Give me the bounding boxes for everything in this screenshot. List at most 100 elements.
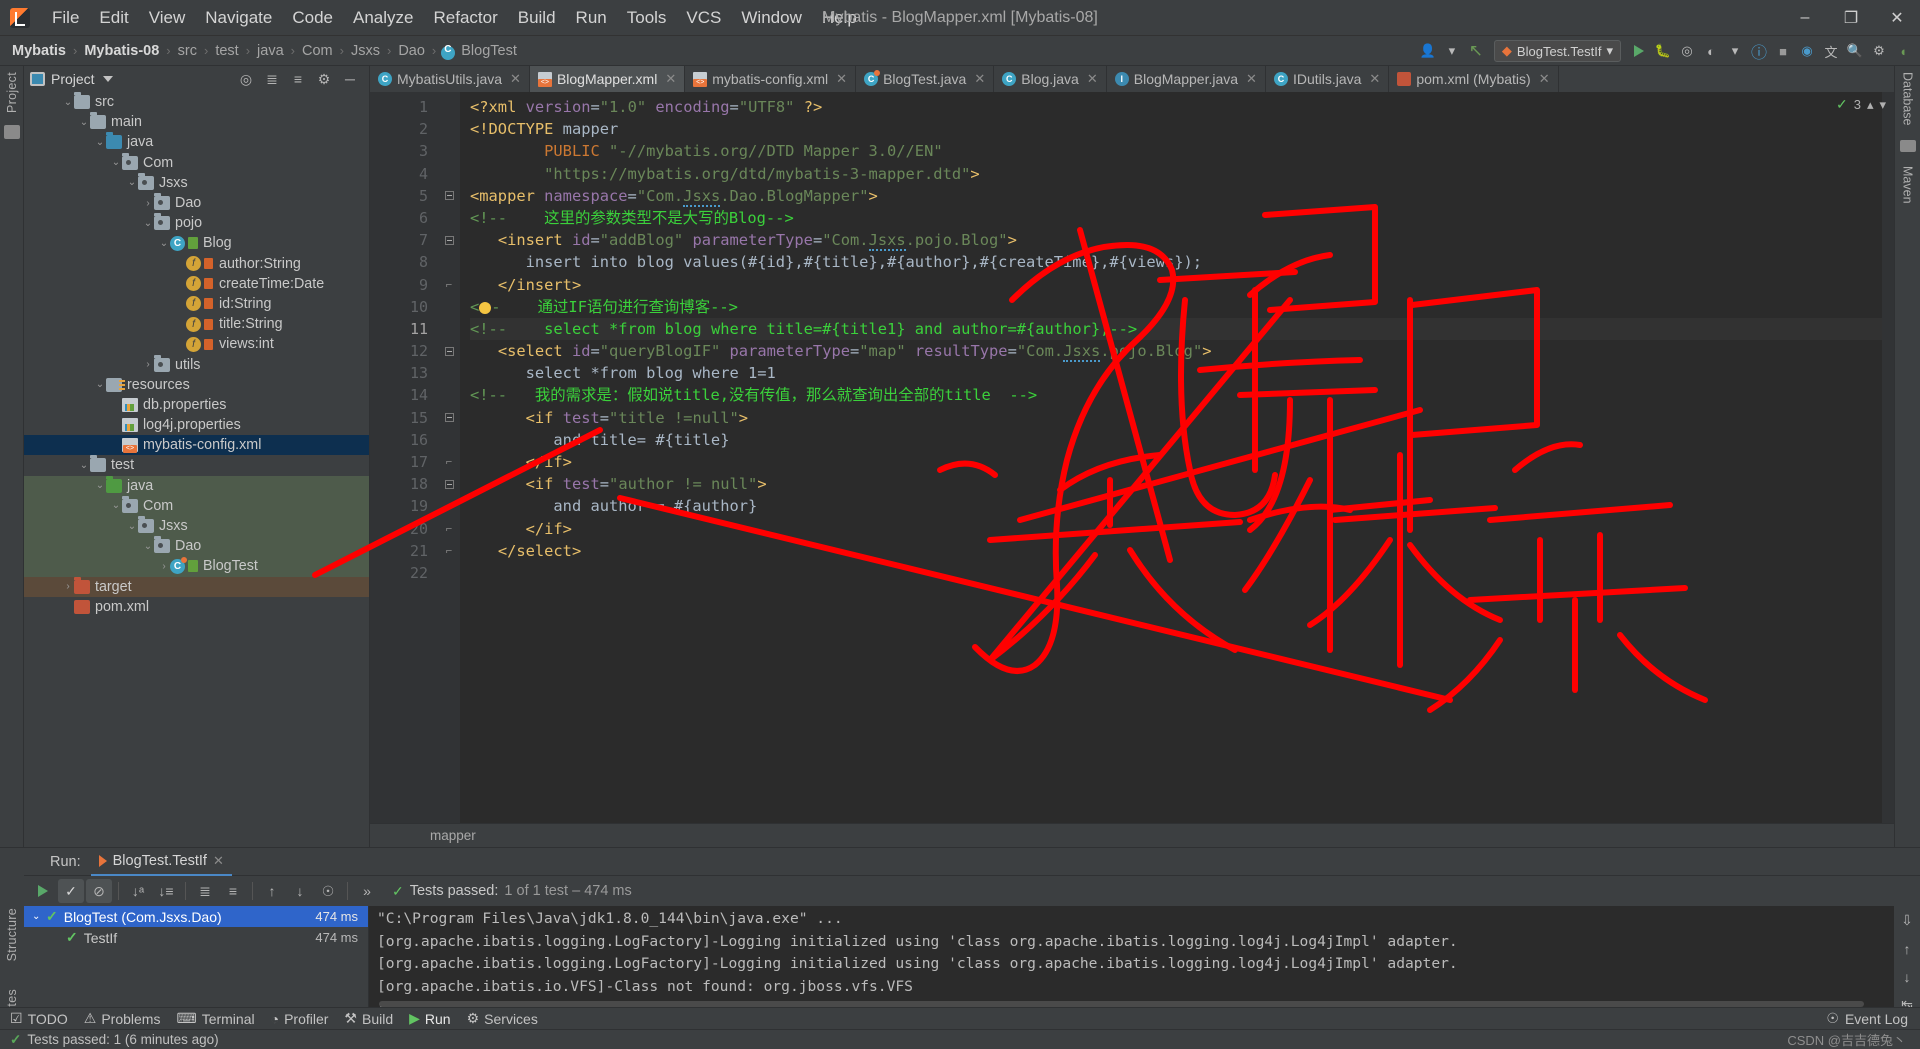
code-line[interactable]: <if test="title !=null"> <box>470 407 1882 429</box>
breadcrumb-item-com[interactable]: Com <box>300 43 335 59</box>
menu-code[interactable]: Code <box>282 4 343 32</box>
code-content[interactable]: <?xml version="1.0" encoding="UTF8" ?> <!… <box>460 92 1882 823</box>
menu-edit[interactable]: Edit <box>89 4 138 32</box>
inspection-widget[interactable]: ✓ 3 ▴ ▾ <box>1836 96 1886 113</box>
search-icon[interactable]: 🔍 <box>1844 40 1866 62</box>
chevron-down-icon[interactable]: ⌄ <box>142 218 154 229</box>
close-icon[interactable]: ✕ <box>1087 71 1098 87</box>
chevron-down-icon[interactable]: ⌄ <box>126 521 138 532</box>
menu-analyze[interactable]: Analyze <box>343 4 423 32</box>
close-icon[interactable]: ✕ <box>1246 71 1257 87</box>
tree-item[interactable]: ⌄f author:String <box>24 254 369 274</box>
chevron-down-icon[interactable]: ⌄ <box>158 238 170 249</box>
intention-bulb-icon[interactable] <box>438 296 460 318</box>
code-line[interactable]: insert into blog values(#{id},#{title},#… <box>470 251 1882 273</box>
editor-tab[interactable]: pom.xml (Mybatis) ✕ <box>1389 66 1559 92</box>
code-line[interactable]: and author = #{author} <box>470 495 1882 517</box>
sidebar-item-project[interactable]: Project <box>5 72 19 113</box>
menu-vcs[interactable]: VCS <box>676 4 731 32</box>
intention-bulb-icon[interactable] <box>479 301 492 314</box>
scroll-to-end-icon[interactable]: ⇩ <box>1894 912 1920 929</box>
chevron-down-icon[interactable]: ▾ <box>1606 43 1613 59</box>
code-line[interactable]: <!-- 这里的参数类型不是大写的Blog--> <box>470 207 1882 229</box>
close-button[interactable]: ✕ <box>1874 0 1920 36</box>
tree-item[interactable]: ⌄ db.properties <box>24 395 369 415</box>
editor-tab[interactable]: C Blog.java ✕ <box>994 66 1107 92</box>
sidebar-item-structure[interactable]: Structure <box>5 908 19 961</box>
tool-window-button-profiler[interactable]: ◔ Profiler <box>271 1011 329 1027</box>
main-toolbar[interactable]: 👤 ▾ ↖ ◆ BlogTest.TestIf ▾ 🐛 ◎ ◐ ▾ ⓘ ■ ◉ … <box>1417 36 1914 66</box>
gear-icon[interactable]: ⚙ <box>315 71 333 88</box>
chevron-down-icon[interactable]: ⌄ <box>110 157 122 168</box>
tree-item[interactable]: ⌄ mybatis-config.xml <box>24 435 369 456</box>
code-line[interactable]: <!-- select *from blog where title=#{tit… <box>470 317 1882 341</box>
menu-file[interactable]: File <box>42 4 89 32</box>
chevron-down-icon[interactable]: ⌄ <box>174 319 186 330</box>
editor-tab-strip[interactable]: CMybatisUtils.java✕BlogMapper.xml✕mybati… <box>370 66 1894 92</box>
menu-window[interactable]: Window <box>731 4 811 32</box>
sidebar-item-database[interactable]: Database <box>1901 72 1915 126</box>
menu-view[interactable]: View <box>139 4 196 32</box>
tree-item[interactable]: ⌄ Dao <box>24 536 369 557</box>
tree-item[interactable]: ⌄ main <box>24 112 369 132</box>
chevron-down-icon[interactable]: ⌄ <box>62 601 74 612</box>
tree-item[interactable]: ⌄ Com <box>24 152 369 173</box>
code-line[interactable]: <insert id="addBlog" parameterType="Com.… <box>470 229 1882 252</box>
expand-all-icon[interactable]: ≣ <box>263 71 281 88</box>
fold-marker-icon[interactable]: ⌐ <box>438 540 460 562</box>
editor-tab[interactable]: C BlogTest.java ✕ <box>856 66 995 92</box>
chevron-down-icon[interactable]: ⌄ <box>142 541 154 552</box>
maximize-button[interactable]: ❐ <box>1828 0 1874 36</box>
breadcrumb[interactable]: Mybatis › Mybatis-08 › src › test › java › Com › Jsx… <box>10 43 519 60</box>
tool-window-button-build[interactable]: ⚒ Build <box>344 1010 393 1027</box>
chevron-down-icon[interactable]: ▾ <box>1724 40 1746 62</box>
collapse-all-icon[interactable]: ≡ <box>289 71 307 87</box>
tool-window-button-todo[interactable]: ☑ TODO <box>10 1010 68 1027</box>
chevron-down-icon[interactable]: ⌄ <box>94 480 106 491</box>
close-icon[interactable]: ✕ <box>665 71 676 87</box>
run-icon[interactable] <box>1628 40 1650 62</box>
menu-build[interactable]: Build <box>508 4 566 32</box>
test-tree-row[interactable]: ✓ TestIf 474 ms <box>24 927 368 948</box>
editor-marker-bar[interactable] <box>1882 92 1894 823</box>
close-icon[interactable]: ✕ <box>836 71 847 87</box>
tree-item[interactable]: ⌄ pom.xml <box>24 597 369 617</box>
chevron-down-icon[interactable]: ⌄ <box>110 440 122 451</box>
code-line[interactable]: <!-- 我的需求是：假如说title,没有传值，那么就查询出全部的title … <box>470 384 1882 406</box>
tree-item[interactable]: ⌄ Jsxs <box>24 515 369 537</box>
code-line[interactable]: <if test="author != null"> <box>470 473 1882 495</box>
code-line[interactable]: </if> <box>470 518 1882 540</box>
chevron-down-icon[interactable]: ▾ <box>1441 40 1463 62</box>
editor-tab[interactable]: C MybatisUtils.java ✕ <box>370 66 530 92</box>
close-icon[interactable]: ✕ <box>1539 71 1550 87</box>
breadcrumb-item-mybatis-08[interactable]: Mybatis-08 <box>82 43 161 59</box>
scroll-up-icon[interactable]: ↑ <box>1894 941 1920 957</box>
code-line[interactable] <box>470 562 1882 584</box>
tool-window-button-run[interactable]: ▶ Run <box>409 1010 450 1027</box>
tool-window-button-problems[interactable]: ⚠ Problems <box>84 1010 161 1027</box>
breadcrumb-item-java[interactable]: java <box>255 43 286 59</box>
chevron-down-icon[interactable] <box>102 76 113 82</box>
fold-marker-icon[interactable] <box>438 185 460 207</box>
chevron-right-icon[interactable]: › <box>62 581 74 592</box>
fold-marker-icon[interactable] <box>438 473 460 495</box>
tree-item[interactable]: ⌄ resources <box>24 375 369 395</box>
tree-item[interactable]: › target <box>24 576 369 597</box>
code-line[interactable]: <!DOCTYPE mapper <box>470 118 1882 140</box>
locate-file-icon[interactable]: ◎ <box>237 71 255 88</box>
tree-item[interactable]: › Dao <box>24 193 369 213</box>
chevron-down-icon[interactable]: ⌄ <box>32 911 46 922</box>
debug-icon[interactable]: 🐛 <box>1652 40 1674 62</box>
chevron-down-icon[interactable]: ⌄ <box>174 339 186 350</box>
breadcrumb-item-src[interactable]: src <box>176 43 199 59</box>
chevron-down-icon[interactable]: ⌄ <box>62 97 74 108</box>
code-line[interactable]: <select id="queryBlogIF" parameterType="… <box>470 340 1882 363</box>
chevron-right-icon[interactable]: › <box>142 198 154 209</box>
tool-window-button-terminal[interactable]: ⌨ Terminal <box>176 1010 254 1027</box>
chevron-down-icon[interactable]: ⌄ <box>174 298 186 309</box>
code-folding-gutter[interactable]: ⌐ ⌐ ⌐ ⌐ <box>438 92 460 823</box>
breadcrumb-item-mybatis[interactable]: Mybatis <box>10 43 68 59</box>
chevron-down-icon[interactable]: ▾ <box>1879 97 1886 113</box>
event-log-button[interactable]: ☉ Event Log <box>1826 1010 1920 1027</box>
tree-item[interactable]: ⌄ src <box>24 92 369 112</box>
